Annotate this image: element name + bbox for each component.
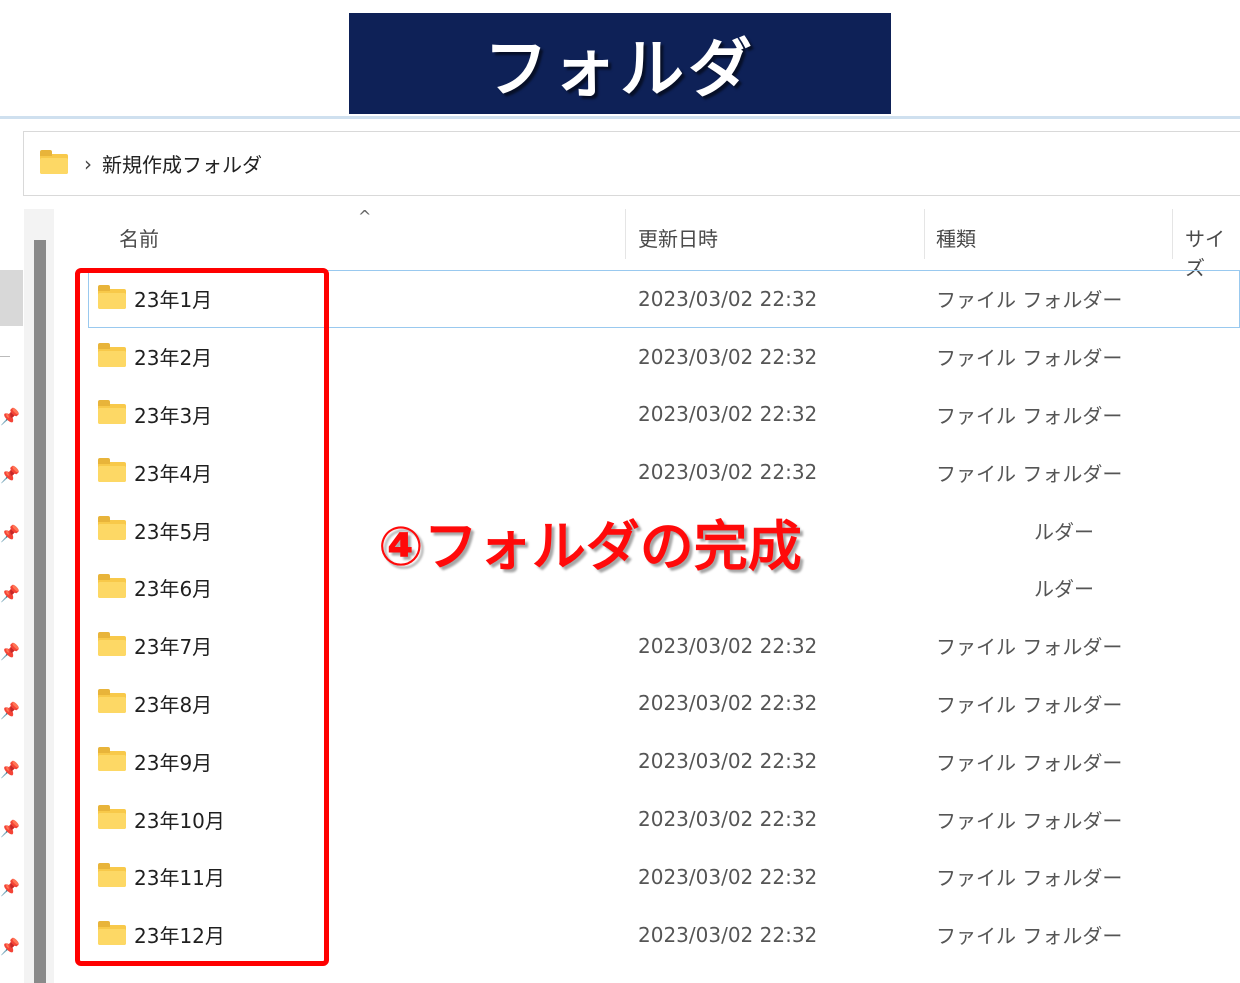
file-date: 2023/03/02 22:32 [638, 633, 818, 658]
file-date: 2023/03/02 22:32 [638, 807, 818, 832]
column-name[interactable]: 名前 [119, 223, 159, 252]
pin-icon[interactable]: 📌 [0, 702, 20, 720]
file-type: ルダー [1034, 577, 1094, 602]
navigation-selected-item[interactable] [0, 270, 23, 326]
folder-icon [40, 149, 68, 174]
pin-icon[interactable]: 📌 [0, 525, 20, 543]
file-date: 2023/03/02 22:32 [638, 922, 818, 947]
highlight-box [75, 268, 329, 966]
sort-ascending-icon[interactable]: ^ [358, 207, 371, 226]
file-date: 2023/03/02 22:32 [638, 286, 818, 311]
file-type: ファイル フォルダー [936, 288, 1123, 313]
divider [0, 116, 1240, 119]
file-date: 2023/03/02 22:32 [638, 864, 818, 889]
file-type: ファイル フォルダー [936, 808, 1123, 833]
navigation-scrollbar[interactable] [34, 240, 46, 983]
column-separator[interactable] [1172, 209, 1173, 259]
file-type: ファイル フォルダー [936, 924, 1123, 949]
column-header: ^ 名前 更新日時 種類 サイズ [60, 207, 1240, 280]
file-type: ファイル フォルダー [936, 346, 1123, 371]
pin-icon[interactable]: 📌 [0, 879, 20, 897]
pin-icon[interactable]: 📌 [0, 761, 20, 779]
file-date: 2023/03/02 22:32 [638, 460, 818, 485]
pin-icon[interactable]: 📌 [0, 408, 20, 426]
address-bar[interactable]: › 新規作成フォルダ [23, 131, 1240, 196]
pin-icon[interactable]: 📌 [0, 820, 20, 838]
column-type[interactable]: 種類 [936, 223, 976, 252]
file-date: 2023/03/02 22:32 [638, 749, 818, 774]
column-date[interactable]: 更新日時 [638, 223, 718, 252]
breadcrumb[interactable]: 新規作成フォルダ [102, 149, 262, 178]
file-date: 2023/03/02 22:32 [638, 344, 818, 369]
file-type: ファイル フォルダー [936, 866, 1123, 891]
pin-icon[interactable]: 📌 [0, 466, 20, 484]
column-separator[interactable] [625, 209, 626, 259]
file-type: ファイル フォルダー [936, 750, 1123, 775]
file-type: ファイル フォルダー [936, 692, 1123, 717]
banner-title: フォルダ [349, 13, 891, 114]
pin-icon[interactable]: 📌 [0, 938, 20, 956]
file-type: ファイル フォルダー [936, 635, 1123, 660]
file-date: 2023/03/02 22:32 [638, 691, 818, 716]
annotation-label: ④フォルダの完成 [378, 512, 858, 582]
pin-icon[interactable]: 📌 [0, 643, 20, 661]
pin-icon[interactable]: 📌 [0, 585, 20, 603]
file-date: 2023/03/02 22:32 [638, 402, 818, 427]
file-type: ルダー [1034, 519, 1094, 544]
navigation-separator [0, 356, 10, 357]
file-type: ファイル フォルダー [936, 461, 1123, 486]
column-separator[interactable] [924, 209, 925, 259]
chevron-right-icon[interactable]: › [84, 152, 92, 176]
file-type: ファイル フォルダー [936, 403, 1123, 428]
